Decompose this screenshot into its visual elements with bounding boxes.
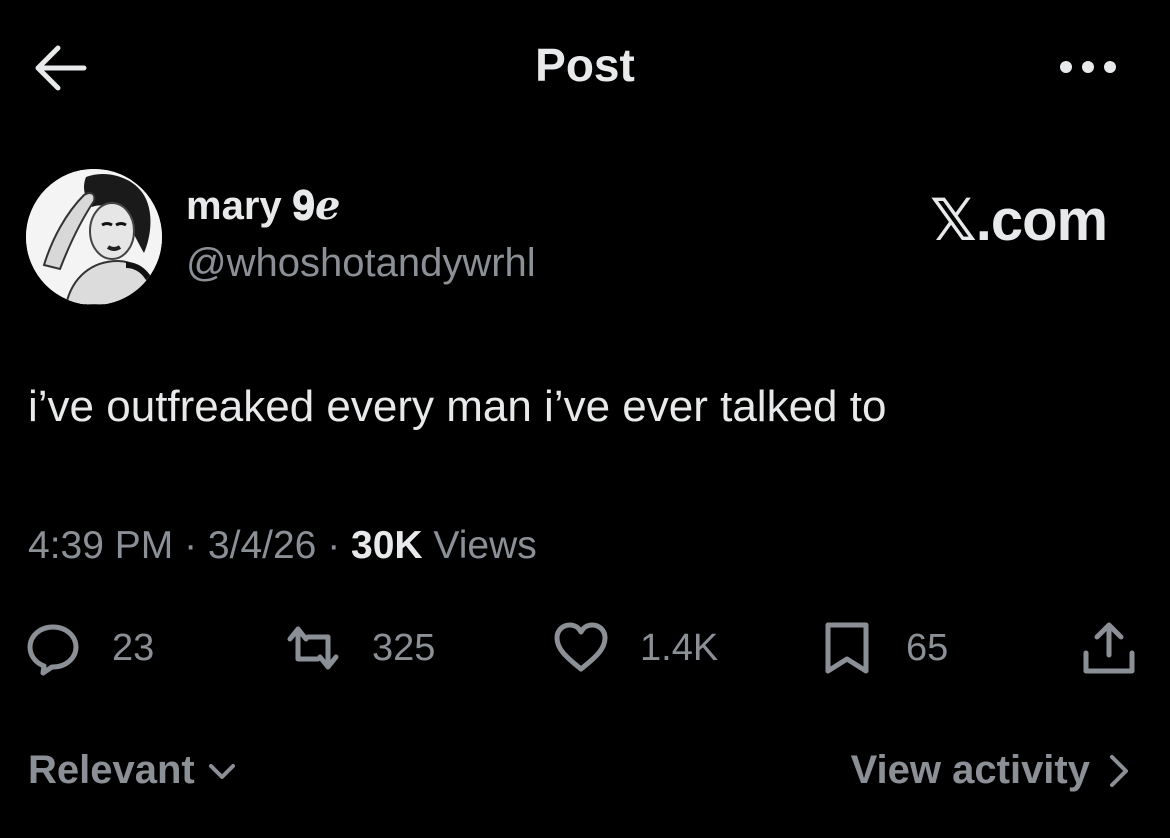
repost-button[interactable]: 325 [284, 618, 435, 678]
author-handle[interactable]: @whoshotandywrhl [186, 241, 536, 286]
repost-icon [287, 626, 339, 670]
reply-icon [27, 624, 79, 676]
views-label: Views [422, 524, 537, 567]
share-icon [1083, 622, 1135, 674]
post-date: 3/4/26 [207, 524, 317, 567]
share-button[interactable] [1080, 618, 1138, 678]
view-activity-link[interactable]: View activity [851, 748, 1134, 793]
author-display-name[interactable]: mary 𝟗ℯ [186, 183, 340, 229]
chevron-right-icon [1110, 754, 1128, 787]
page-title: Post [535, 39, 635, 91]
meta-separator: · [173, 524, 208, 567]
post-meta: 4:39 PM · 3/4/26 · 30K Views [28, 524, 537, 568]
reply-button[interactable]: 23 [24, 618, 154, 678]
x-com-watermark: 𝕏.com [930, 188, 1108, 253]
chevron-down-icon [208, 763, 235, 779]
sort-replies-dropdown[interactable]: Relevant [28, 748, 239, 793]
views-count[interactable]: 30K [351, 524, 423, 567]
avatar[interactable] [26, 169, 162, 305]
repost-count: 325 [372, 626, 436, 669]
view-activity-label: View activity [850, 748, 1090, 792]
bookmark-count: 65 [906, 626, 949, 669]
bookmark-button[interactable]: 65 [818, 618, 948, 678]
heart-icon [554, 622, 608, 672]
more-options-icon[interactable] [1056, 54, 1120, 80]
reply-count: 23 [112, 626, 155, 669]
like-button[interactable]: 1.4K [552, 618, 718, 678]
sort-label: Relevant [28, 748, 195, 792]
post-text: i’ve outfreaked every man i’ve ever talk… [28, 382, 887, 431]
bookmark-icon [825, 622, 869, 674]
post-time: 4:39 PM [28, 524, 174, 567]
like-count: 1.4K [640, 626, 719, 669]
meta-separator: · [316, 524, 352, 567]
